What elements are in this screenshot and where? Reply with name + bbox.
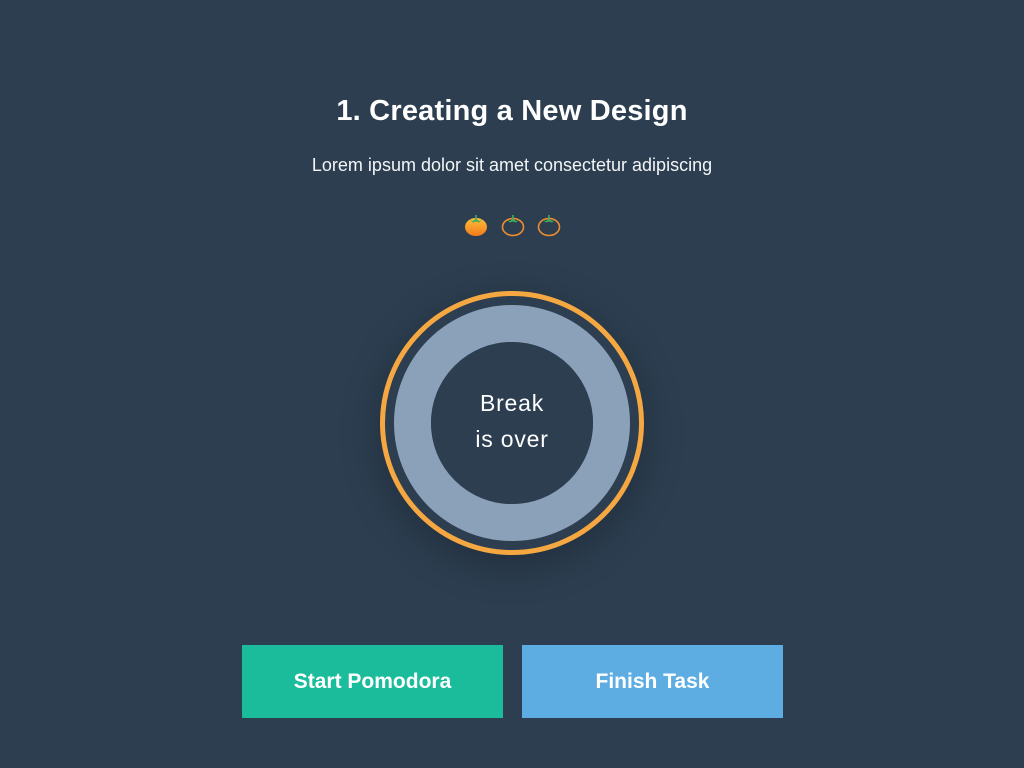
- timer-status-line1: Break: [479, 390, 545, 416]
- timer-status-line2: is over: [475, 426, 549, 452]
- pomodoro-counter: [462, 211, 563, 239]
- task-title: 1. Creating a New Design: [336, 95, 688, 127]
- finish-task-button[interactable]: Finish Task: [522, 645, 783, 718]
- timer-status: Break is over: [380, 385, 644, 457]
- tomato-icon-filled: [465, 215, 487, 236]
- tomato-icon-empty: [501, 215, 524, 237]
- timer-dial: Break is over: [380, 291, 644, 555]
- task-description: Lorem ipsum dolor sit amet consectetur a…: [311, 155, 713, 175]
- start-pomodoro-button[interactable]: Start Pomodora: [242, 645, 503, 718]
- tomato-icon-empty: [537, 215, 561, 237]
